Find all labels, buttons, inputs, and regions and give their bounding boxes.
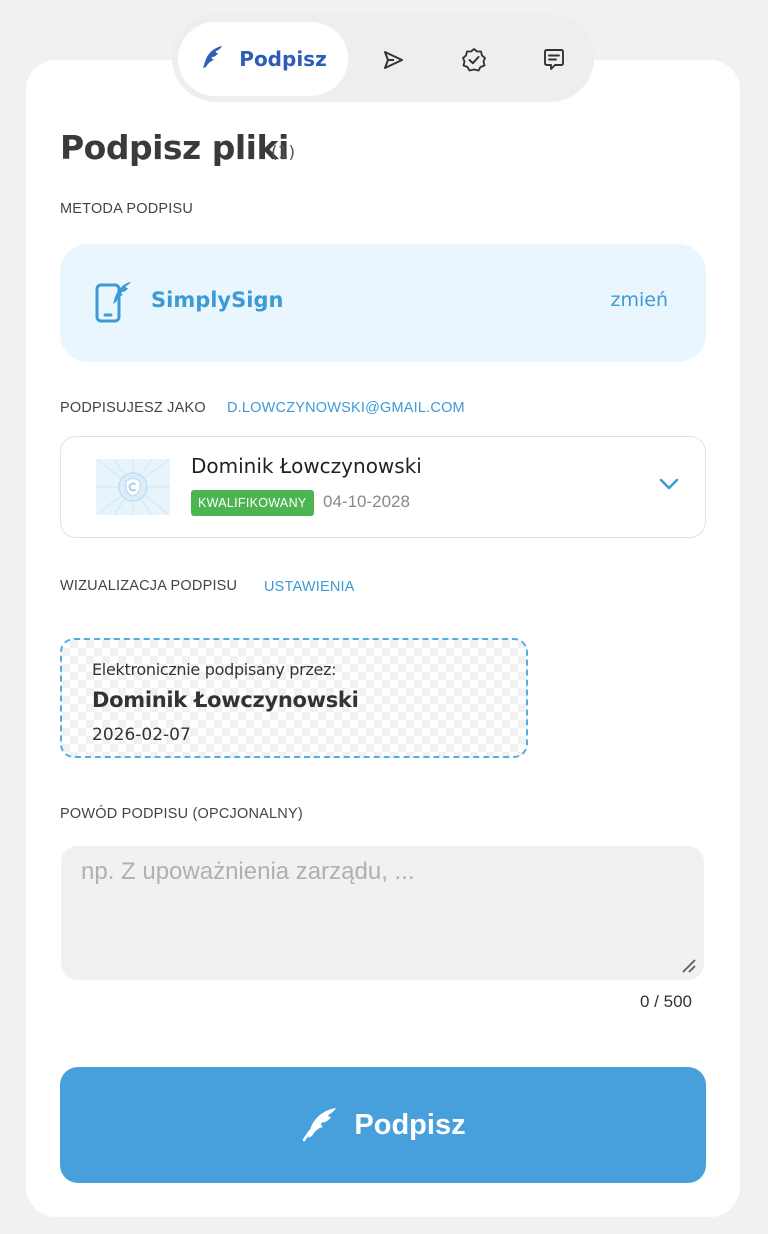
signing-method-card: SimplySign zmień [60,244,706,362]
reason-label: POWÓD PODPISU (OPCJONALNY) [60,806,303,822]
method-name: SimplySign [151,288,284,312]
signer-email: D.LOWCZYNOWSKI@GMAIL.COM [227,400,465,416]
phone-quill-icon [94,280,134,328]
visualization-label: WIZUALIZACJA PODPISU [60,578,238,594]
change-method-link[interactable]: zmień [611,289,669,311]
sign-button-label: Podpisz [354,1108,466,1141]
send-icon[interactable] [373,40,413,80]
qualified-badge: KWALIFIKOWANY [191,490,314,516]
signature-preview-caption: Elektronicznie podpisany przez: [92,660,337,679]
shield-check-icon[interactable] [454,40,494,80]
file-count: (1) [271,143,296,163]
page-title: Podpisz pliki [60,128,289,167]
reason-textarea[interactable] [61,846,704,980]
comment-icon[interactable] [534,40,574,80]
visualization-settings-link[interactable]: USTAWIENIA [264,579,355,595]
signer-label: PODPISUJESZ JAKO [60,400,206,416]
certificate-select[interactable]: Dominik Łowczynowski KWALIFIKOWANY 04-10… [60,436,706,538]
tab-sign[interactable]: Podpisz [178,22,348,96]
signature-preview-name: Dominik Łowczynowski [92,688,359,712]
tab-sign-label: Podpisz [239,47,327,71]
certificate-expiry: 04-10-2028 [323,492,410,511]
certificate-thumbnail [96,459,170,515]
quill-icon [300,1106,338,1145]
character-counter: 0 / 500 [640,992,692,1011]
certificate-owner: Dominik Łowczynowski [191,454,422,478]
method-label: METODA PODPISU [60,201,194,217]
chevron-down-icon [659,475,679,494]
signature-preview[interactable]: Elektronicznie podpisany przez: Dominik … [60,638,528,758]
quill-icon [199,44,225,74]
sign-button[interactable]: Podpisz [60,1067,706,1183]
resize-handle-icon[interactable] [680,957,698,979]
signature-preview-date: 2026-02-07 [92,725,191,745]
